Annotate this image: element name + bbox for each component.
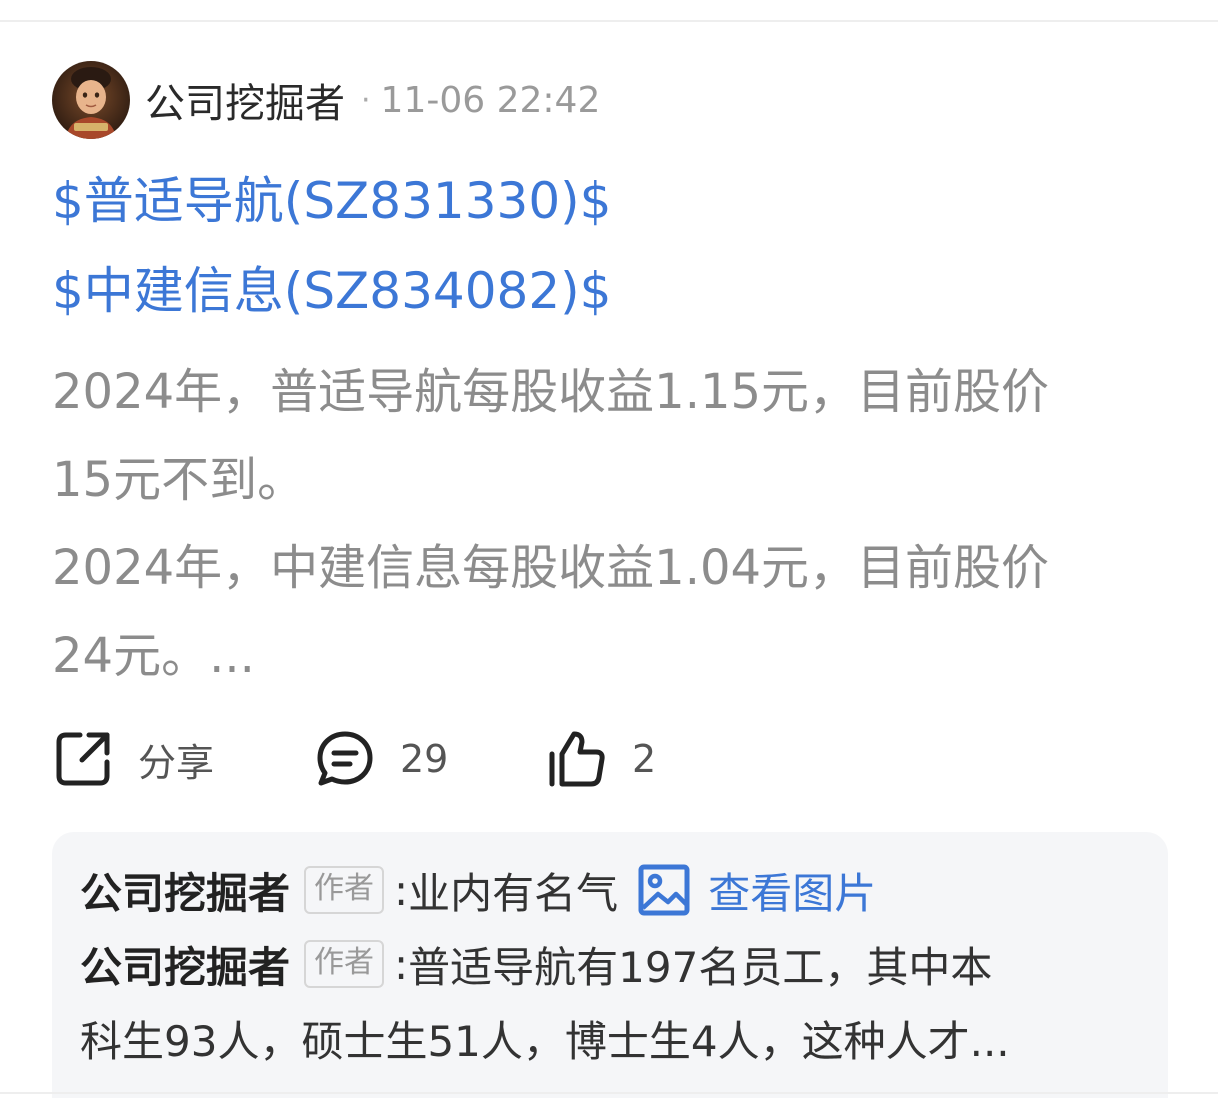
like-count: 2 (632, 737, 657, 781)
comment-button[interactable]: 29 (314, 728, 546, 790)
avatar[interactable] (52, 61, 130, 139)
image-icon (638, 864, 690, 916)
view-image-label: 查看图片 (708, 868, 877, 918)
comment-count: 29 (400, 737, 449, 781)
stock-link-putshi[interactable]: $普适导航(SZ831330)$ (52, 176, 612, 226)
post-body-line: 15元不到。 (52, 452, 306, 508)
comment-colon: : (394, 939, 409, 989)
like-button[interactable]: 2 (546, 728, 656, 790)
post-body-line: 2024年，中建信息每股收益1.04元，目前股价 (52, 540, 1050, 596)
bottom-divider (0, 1092, 1218, 1094)
view-image-link[interactable]: 查看图片 (638, 860, 876, 921)
author-badge: 作者 (304, 940, 385, 988)
post-body[interactable]: 2024年，普适导航每股收益1.15元，目前股价 15元不到。 2024年，中建… (52, 348, 1182, 700)
post-timestamp: 11-06 22:42 (380, 79, 601, 121)
comment-text: 业内有名气 (408, 868, 619, 918)
comment-item: 公司挖掘者 作者 : 普适导航有197名员工，其中本 (80, 934, 992, 994)
post-body-line: 2024年，普适导航每股收益1.15元，目前股价 (52, 364, 1050, 420)
meta-separator: · (361, 82, 371, 118)
share-button[interactable]: 分享 (52, 728, 314, 790)
comment-icon (317, 731, 373, 786)
comment-author[interactable]: 公司挖掘者 (80, 934, 290, 995)
comments-preview[interactable]: 公司挖掘者 作者 : 业内有名气 查看图片 公司挖掘者 作者 : 普适导航有19… (52, 832, 1168, 1098)
comment-item: 公司挖掘者 作者 : 业内有名气 查看图片 (80, 860, 876, 920)
like-icon (549, 731, 605, 787)
comment-text: 普适导航有197名员工，其中本 (408, 942, 993, 992)
post-body-line: 24元。... (52, 628, 255, 684)
share-label: 分享 (138, 740, 215, 785)
comment-text-continued: 科生93人，硕士生51人，博士生4人，这种人才... (80, 1017, 1010, 1066)
comment-colon: : (394, 865, 409, 915)
share-icon (56, 732, 110, 786)
post-header: 公司挖掘者 · 11-06 22:42 (52, 60, 600, 140)
action-bar: 分享 29 2 (52, 726, 656, 792)
author-badge: 作者 (304, 866, 385, 914)
top-divider (0, 20, 1218, 22)
author-name[interactable]: 公司挖掘者 (145, 71, 345, 129)
comment-author[interactable]: 公司挖掘者 (80, 860, 290, 921)
stock-link-zhongjian[interactable]: $中建信息(SZ834082)$ (52, 266, 612, 316)
